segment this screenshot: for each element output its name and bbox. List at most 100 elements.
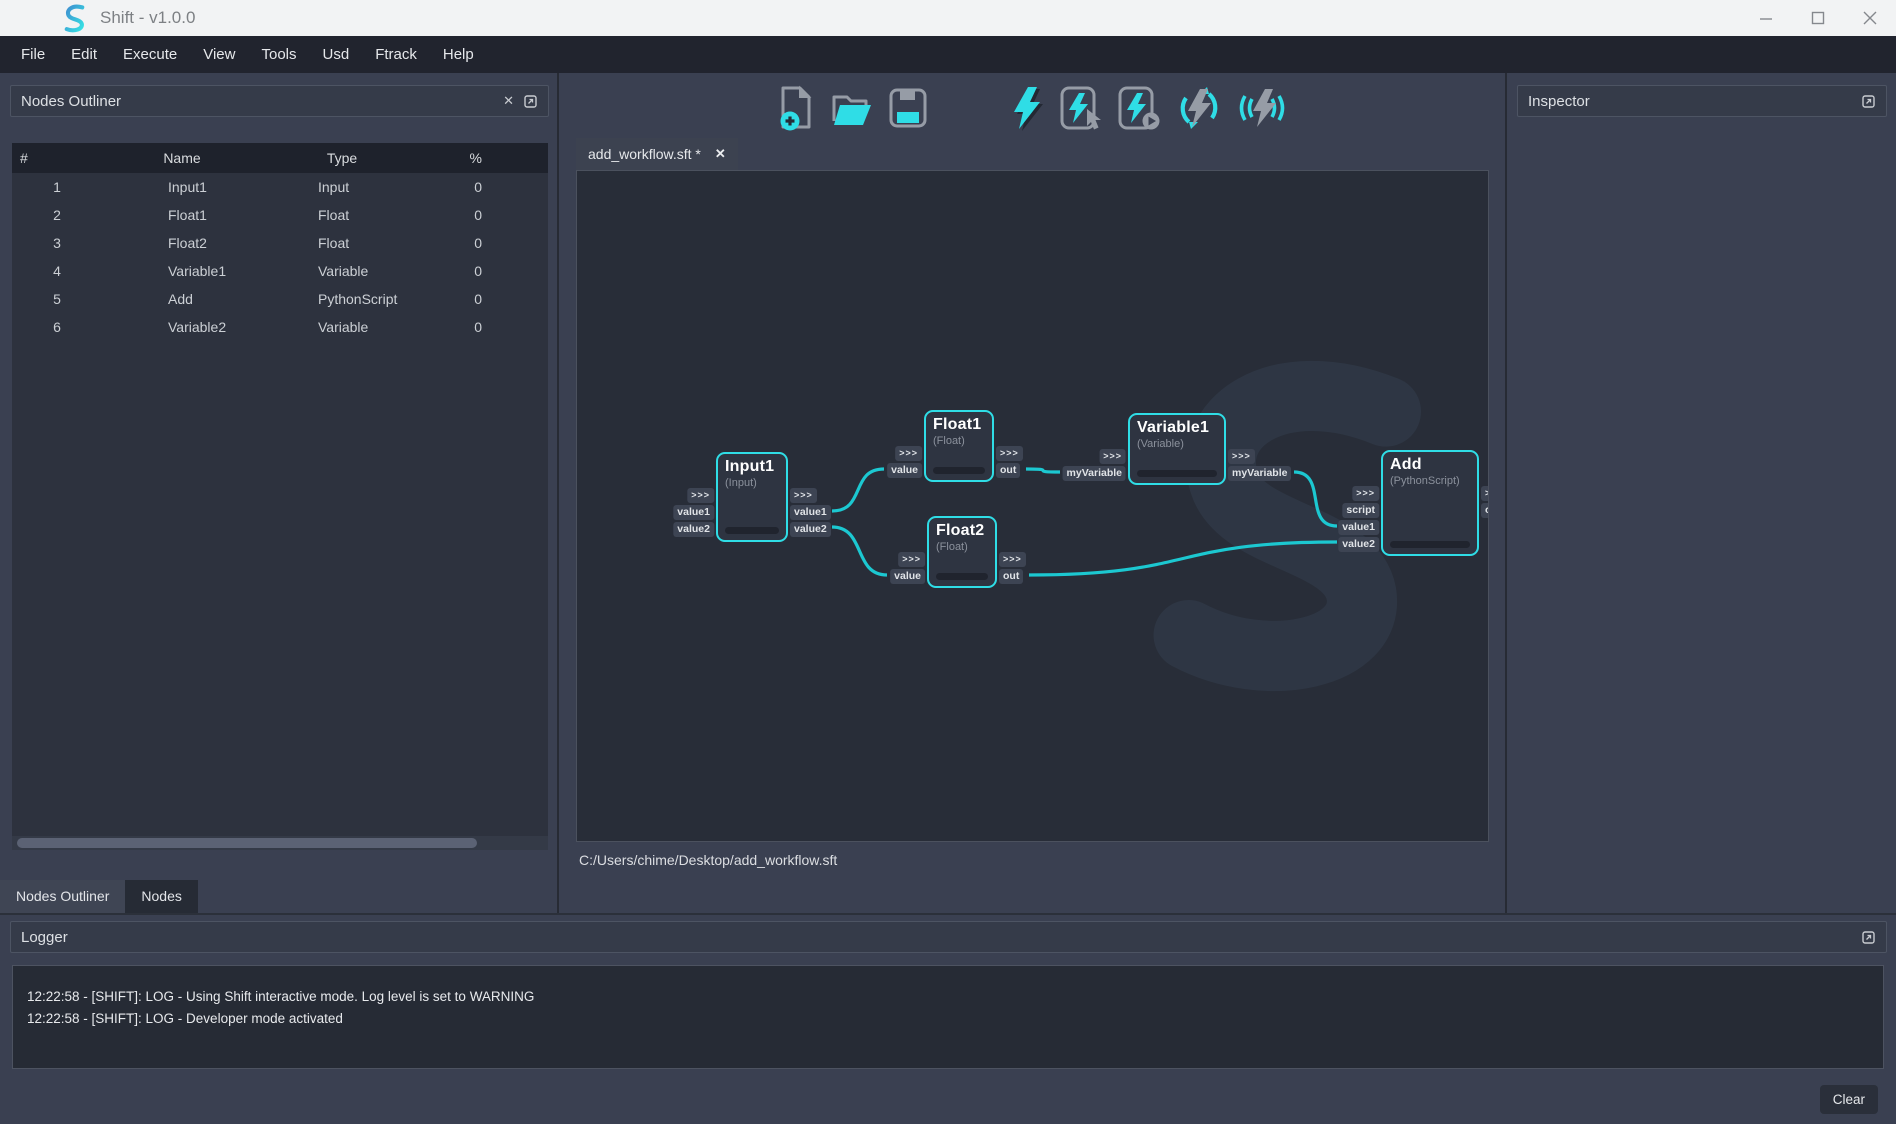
left-dock-tabs: Nodes OutlinerNodes bbox=[0, 880, 198, 913]
port-chip[interactable]: out bbox=[1481, 503, 1489, 518]
port-chip[interactable]: value1 bbox=[1338, 520, 1379, 535]
table-row[interactable]: 5 Add PythonScript 0 bbox=[12, 285, 548, 313]
node-progress-bar bbox=[1390, 541, 1470, 548]
node-title: Float1 bbox=[926, 412, 992, 434]
node-progress-bar bbox=[933, 467, 985, 474]
input-ports: >>> myVariable bbox=[1063, 449, 1126, 481]
panel-close-icon[interactable]: ✕ bbox=[496, 93, 521, 109]
port-chip[interactable]: >>> bbox=[996, 446, 1023, 461]
column-header-%: % bbox=[422, 143, 548, 173]
input-ports: >>> value1 value2 bbox=[673, 488, 714, 537]
menu-item-help[interactable]: Help bbox=[430, 36, 487, 73]
logger-panel: Logger 12:22:58 - [SHIFT]: LOG - Using S… bbox=[0, 913, 1896, 1124]
node-input1[interactable]: Input1 (Input) bbox=[716, 452, 788, 542]
column-header-name: Name bbox=[102, 143, 262, 173]
node-title: Float2 bbox=[929, 518, 995, 540]
window-title: Shift - v1.0.0 bbox=[100, 8, 195, 28]
node-graph-canvas[interactable]: Input1 (Input) >>> value1 value2 >>> value1 v… bbox=[576, 170, 1489, 842]
inspector-panel: Inspector bbox=[1505, 73, 1896, 913]
editor-tabrow: add_workflow.sft * ✕ bbox=[559, 137, 1505, 170]
port-chip[interactable]: value2 bbox=[1338, 537, 1379, 552]
table-row[interactable]: 1 Input1 Input 0 bbox=[12, 173, 548, 201]
table-row[interactable]: 2 Float1 Float 0 bbox=[12, 201, 548, 229]
port-chip[interactable]: >>> bbox=[1481, 486, 1489, 501]
execute-icon[interactable] bbox=[1008, 85, 1046, 131]
node-float1[interactable]: Float1 (Float) bbox=[924, 410, 994, 482]
tab-close-icon[interactable]: ✕ bbox=[715, 146, 726, 162]
port-chip[interactable]: >>> bbox=[898, 552, 925, 567]
new-file-icon[interactable] bbox=[776, 85, 816, 131]
logger-title: Logger bbox=[21, 929, 68, 946]
port-chip[interactable]: script bbox=[1342, 503, 1379, 518]
node-variable1[interactable]: Variable1 (Variable) bbox=[1128, 413, 1226, 485]
scrollbar-thumb[interactable] bbox=[17, 838, 477, 848]
edge-Float2.out-to-Add.value2 bbox=[1029, 542, 1337, 575]
output-ports: >>> value1 value2 bbox=[790, 488, 831, 537]
close-button[interactable] bbox=[1844, 0, 1896, 36]
inspector-header: Inspector bbox=[1517, 85, 1887, 117]
menu-item-tools[interactable]: Tools bbox=[248, 36, 309, 73]
edge-Input1.value1-to-Float1.value bbox=[832, 469, 884, 511]
menubar: FileEditExecuteViewToolsUsdFtrackHelp bbox=[0, 36, 1896, 73]
edge-Float1.out-to-Variable1.myVariable bbox=[1026, 469, 1060, 472]
panel-popout-icon[interactable] bbox=[1859, 95, 1878, 108]
port-chip[interactable]: value1 bbox=[790, 505, 831, 520]
port-chip[interactable]: >>> bbox=[687, 488, 714, 503]
panel-popout-icon[interactable] bbox=[1859, 931, 1878, 944]
node-title: Input1 bbox=[718, 454, 786, 476]
port-chip[interactable]: myVariable bbox=[1228, 466, 1291, 481]
nodes-outliner-panel: Nodes Outliner ✕ #NameType% 1 Input1 Inp… bbox=[0, 73, 559, 913]
execute-selected-icon[interactable] bbox=[1060, 85, 1104, 131]
nodes-outliner-title: Nodes Outliner bbox=[21, 93, 121, 110]
table-row[interactable]: 3 Float2 Float 0 bbox=[12, 229, 548, 257]
maximize-button[interactable] bbox=[1792, 0, 1844, 36]
minimize-button[interactable] bbox=[1740, 0, 1792, 36]
port-chip[interactable]: out bbox=[999, 569, 1023, 584]
input-ports: >>> value bbox=[887, 446, 922, 478]
clear-log-button[interactable]: Clear bbox=[1820, 1085, 1878, 1114]
port-chip[interactable]: value2 bbox=[673, 522, 714, 537]
input-ports: >>> value bbox=[890, 552, 925, 584]
menu-item-edit[interactable]: Edit bbox=[58, 36, 110, 73]
column-header-#: # bbox=[12, 143, 102, 173]
port-chip[interactable]: value bbox=[890, 569, 925, 584]
edge-Input1.value2-to-Float2.value bbox=[832, 527, 887, 575]
output-ports: >>> out bbox=[999, 552, 1026, 584]
live-execute-icon[interactable] bbox=[1236, 85, 1288, 131]
dock-tab-nodes[interactable]: Nodes bbox=[125, 880, 197, 913]
node-add[interactable]: Add (PythonScript) bbox=[1381, 450, 1479, 556]
port-chip[interactable]: value1 bbox=[673, 505, 714, 520]
menu-item-execute[interactable]: Execute bbox=[110, 36, 190, 73]
node-progress-bar bbox=[725, 527, 779, 534]
menu-item-view[interactable]: View bbox=[190, 36, 248, 73]
node-type: (Float) bbox=[929, 540, 995, 553]
port-chip[interactable]: myVariable bbox=[1063, 466, 1126, 481]
node-float2[interactable]: Float2 (Float) bbox=[927, 516, 997, 588]
log-line: 12:22:58 - [SHIFT]: LOG - Using Shift in… bbox=[27, 986, 1883, 1008]
port-chip[interactable]: out bbox=[996, 463, 1020, 478]
port-chip[interactable]: >>> bbox=[999, 552, 1026, 567]
port-chip[interactable]: >>> bbox=[790, 488, 817, 503]
editor-tab[interactable]: add_workflow.sft * ✕ bbox=[576, 138, 738, 170]
input-ports: >>> script value1 value2 bbox=[1338, 486, 1379, 552]
dock-tab-nodes-outliner[interactable]: Nodes Outliner bbox=[0, 880, 125, 913]
open-file-icon[interactable] bbox=[830, 87, 874, 129]
port-chip[interactable]: >>> bbox=[1228, 449, 1255, 464]
table-row[interactable]: 4 Variable1 Variable 0 bbox=[12, 257, 548, 285]
logger-header: Logger bbox=[10, 921, 1887, 953]
column-header-type: Type bbox=[262, 143, 422, 173]
port-chip[interactable]: >>> bbox=[1099, 449, 1126, 464]
save-file-icon[interactable] bbox=[888, 87, 928, 129]
port-chip[interactable]: >>> bbox=[895, 446, 922, 461]
table-row[interactable]: 6 Variable2 Variable 0 bbox=[12, 313, 548, 341]
menu-item-ftrack[interactable]: Ftrack bbox=[362, 36, 430, 73]
re-execute-icon[interactable] bbox=[1176, 85, 1222, 131]
port-chip[interactable]: >>> bbox=[1352, 486, 1379, 501]
port-chip[interactable]: value bbox=[887, 463, 922, 478]
menu-item-usd[interactable]: Usd bbox=[310, 36, 363, 73]
menu-item-file[interactable]: File bbox=[8, 36, 58, 73]
panel-popout-icon[interactable] bbox=[521, 95, 540, 108]
port-chip[interactable]: value2 bbox=[790, 522, 831, 537]
execute-step-icon[interactable] bbox=[1118, 85, 1162, 131]
node-progress-bar bbox=[1137, 470, 1217, 477]
